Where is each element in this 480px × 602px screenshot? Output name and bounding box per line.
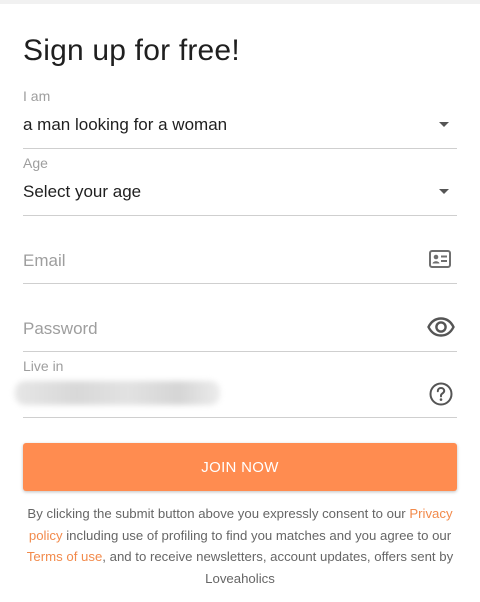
signup-page: Sign up for free! I am a man looking for… — [0, 0, 480, 602]
consent-text-part-1: By clicking the submit button above you … — [27, 506, 406, 521]
consent-text-part-3: , and to receive newsletters, account up… — [102, 549, 454, 586]
email-placeholder: Email — [23, 251, 66, 270]
password-placeholder: Password — [23, 319, 98, 338]
gender-select-value: a man looking for a woman — [23, 115, 228, 134]
age-select-label: Age — [23, 155, 48, 171]
age-select-value: Select your age — [23, 182, 142, 201]
contact-card-icon — [429, 250, 451, 273]
gender-select-label: I am — [23, 88, 51, 104]
terms-of-use-link[interactable]: Terms of use — [27, 549, 103, 564]
join-now-button[interactable]: JOIN NOW — [23, 443, 457, 491]
help-circle-icon[interactable] — [429, 382, 453, 411]
eye-icon[interactable] — [427, 317, 455, 342]
consent-text: By clicking the submit button above you … — [23, 503, 457, 589]
gender-select[interactable]: I am a man looking for a woman — [23, 87, 457, 149]
chevron-down-icon — [439, 122, 449, 127]
location-label: Live in — [23, 358, 64, 374]
age-select[interactable]: Age Select your age — [23, 154, 457, 216]
consent-text-part-2: including use of profiling to find you m… — [66, 527, 452, 543]
location-field[interactable]: Live in — [15, 356, 457, 418]
email-field[interactable]: Email — [23, 228, 457, 284]
password-field[interactable]: Password — [23, 296, 457, 352]
location-value-redacted — [15, 381, 220, 405]
page-title: Sign up for free! — [23, 34, 240, 67]
chevron-down-icon — [439, 189, 449, 194]
